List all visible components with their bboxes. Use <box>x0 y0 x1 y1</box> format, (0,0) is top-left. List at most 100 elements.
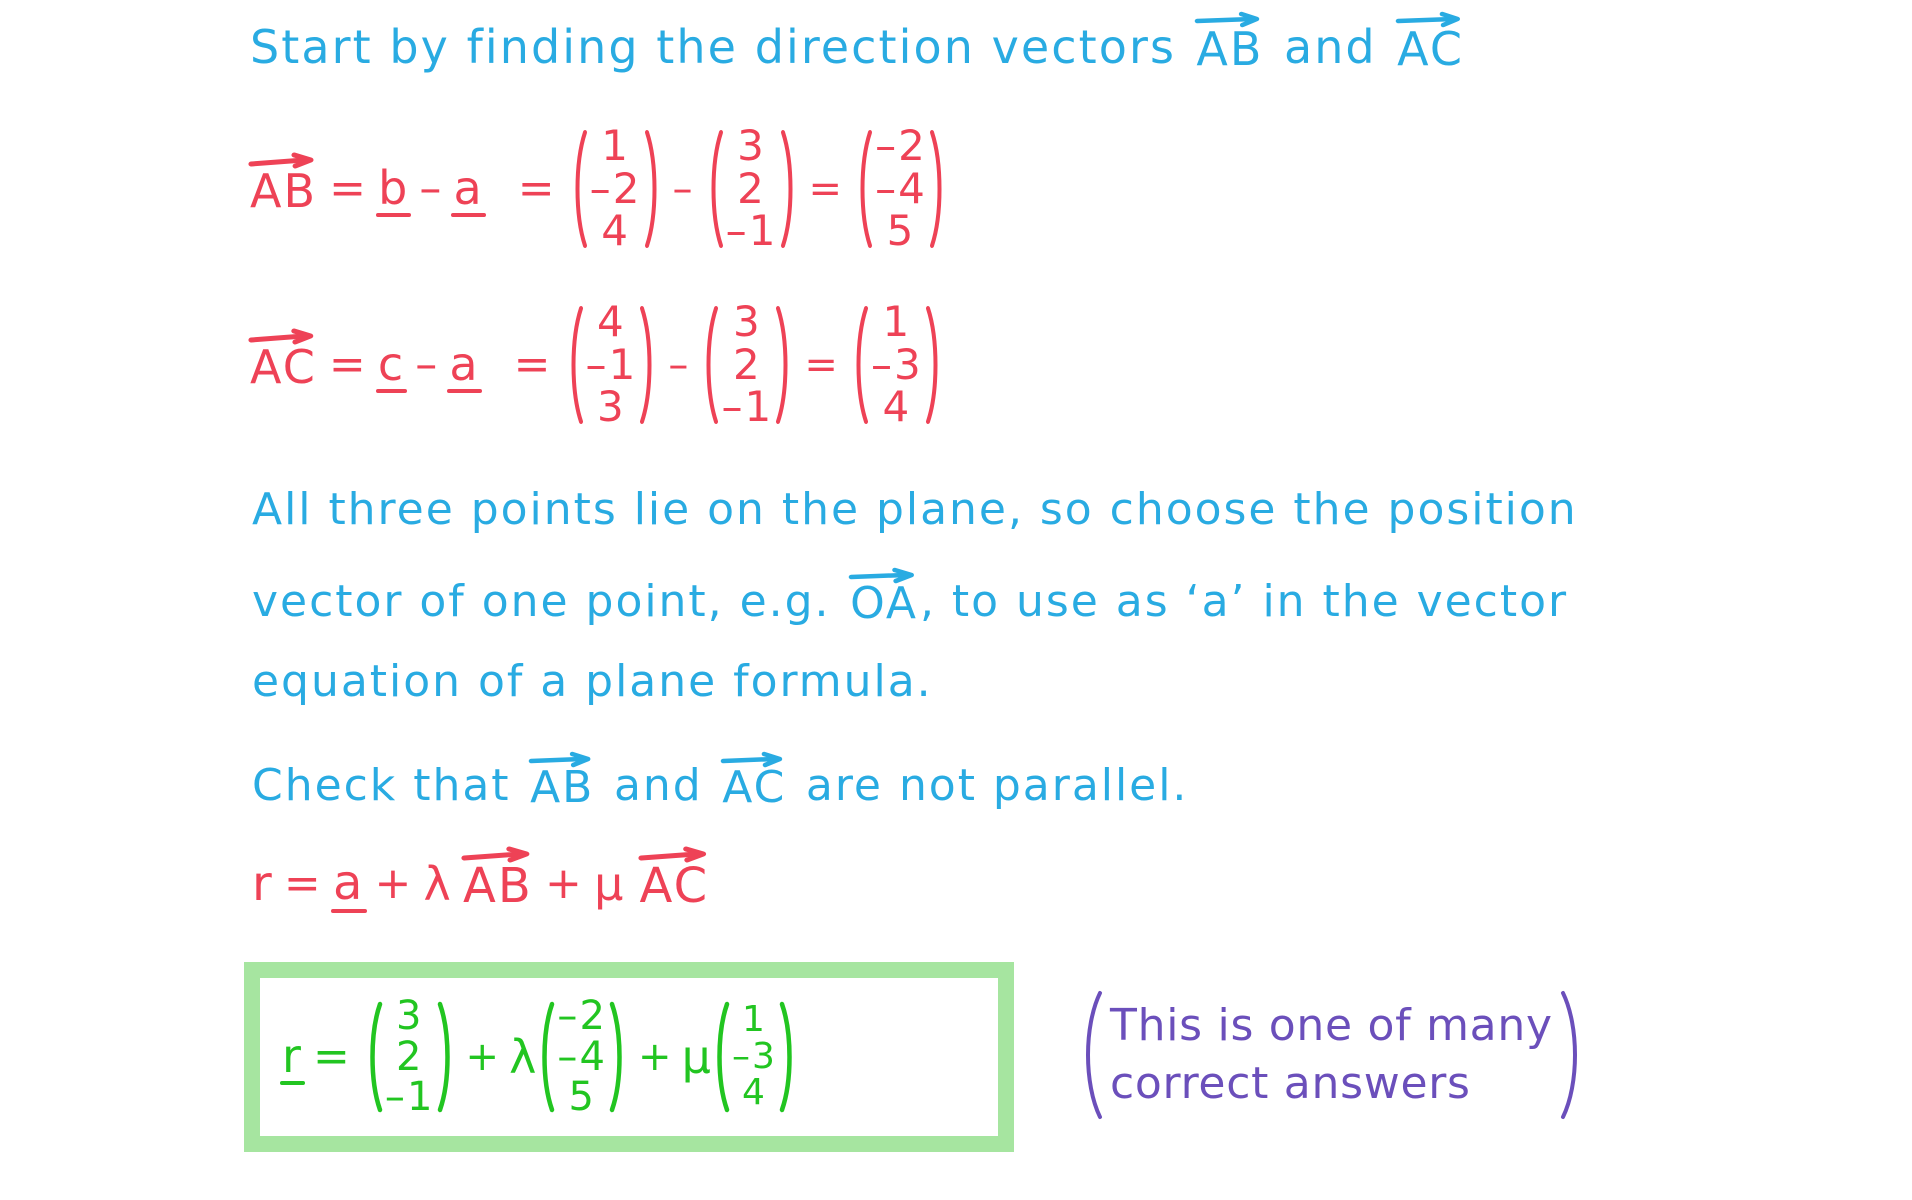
left-paren-icon <box>856 130 873 248</box>
vector-ab-label: AB <box>1196 22 1264 76</box>
formula-vector-ac: AC <box>637 846 710 914</box>
right-paren-icon <box>776 306 792 424</box>
note-line-1: All three points lie on the plane, so ch… <box>252 488 1578 532</box>
left-paren-icon <box>571 130 587 248</box>
answer-direction-vector-2: 1 –3 4 <box>713 998 796 1114</box>
vector-a-underlined: a <box>447 337 482 393</box>
plus-sign-1: + <box>374 858 414 909</box>
vector-component: –3 <box>870 339 923 389</box>
working-row-ac: AC = c – a = 4 –1 3 – 3 2 –1 = 1 –3 4 <box>248 300 946 428</box>
vector-component: –1 <box>725 206 778 256</box>
heading-text-and: and <box>1283 20 1377 74</box>
vector-ac-check: AC <box>721 751 787 813</box>
equals-sign-2: = <box>517 163 557 214</box>
vector-b-underlined: b <box>376 161 412 217</box>
column-vector-ac-result-values: 1 –3 4 <box>868 296 926 432</box>
left-paren-icon <box>852 306 868 424</box>
vector-component: 3 <box>395 992 424 1039</box>
column-vector-a-2-values: 3 2 –1 <box>718 296 776 432</box>
vector-component: –1 <box>585 339 638 389</box>
right-paren-icon <box>640 306 656 424</box>
equals-sign: = <box>312 1031 352 1082</box>
vector-component: –2 <box>557 992 607 1039</box>
vector-component: 5 <box>886 206 916 256</box>
right-paren-icon <box>644 130 661 248</box>
formula-vector-ab: AB <box>461 846 533 910</box>
check-text-a: Check that <box>252 760 511 811</box>
column-vector-c-values: 4 –1 3 <box>583 296 641 429</box>
vector-component: –1 <box>384 1074 435 1121</box>
vector-oa-label: OA <box>850 578 918 629</box>
vector-component: 1 <box>741 998 767 1040</box>
plane-formula-line: r = a + λ AB + μ AC <box>252 846 711 914</box>
note-line-2-text-b: , to use as ‘a’ in the vector <box>919 576 1569 627</box>
vector-ac-label-lhs: AC <box>248 328 317 394</box>
final-answer-box: r = 3 2 –1 + λ –2 –4 5 + μ 1 –3 4 <box>244 962 1014 1152</box>
right-paren-icon <box>437 1001 454 1113</box>
column-vector-b-values: 1 –2 4 <box>587 124 645 256</box>
column-vector-a-values: 3 2 –1 <box>723 120 781 256</box>
lambda-symbol: λ <box>423 857 453 911</box>
mu-symbol: μ <box>594 857 626 911</box>
answer-direction-vector-1: –2 –4 5 <box>538 996 626 1118</box>
right-paren-icon <box>609 1001 626 1113</box>
minus-sign: – <box>419 163 444 214</box>
plus-sign-2: + <box>545 858 585 909</box>
comment-line-1: This is one of many <box>1110 999 1553 1051</box>
check-text-b: are not parallel. <box>805 760 1189 811</box>
equals-sign: = <box>283 858 323 909</box>
vector-component: 5 <box>568 1074 596 1121</box>
mu-symbol: μ <box>681 1030 713 1084</box>
right-paren-icon <box>925 306 942 424</box>
vector-ac-heading: AC <box>1395 11 1465 76</box>
vector-component: 4 <box>597 296 626 346</box>
vector-ab-check-label: AB <box>530 762 595 813</box>
formula-vector-a: a <box>330 855 367 913</box>
vector-a-underlined: a <box>451 161 487 217</box>
vector-oa: OA <box>848 567 918 629</box>
equals-sign: = <box>329 163 369 214</box>
formula-vector-ac-label: AC <box>639 858 710 914</box>
column-vector-a-2: 3 2 –1 <box>702 300 792 428</box>
vector-ac-check-label: AC <box>722 762 787 813</box>
vector-component: 2 <box>737 163 766 213</box>
ac-text: AC <box>250 340 317 394</box>
vector-ab-label-lhs: AB <box>248 152 317 214</box>
vector-component: 3 <box>733 296 762 346</box>
plus-sign-1: + <box>465 1034 502 1080</box>
column-vector-ab-result: –2 –4 5 <box>856 124 946 252</box>
vector-component: 4 <box>601 206 630 256</box>
note-line-2-text-a: vector of one point, e.g. <box>252 576 831 627</box>
minus-sign-2: – <box>672 166 695 212</box>
lambda-symbol: λ <box>509 1030 539 1084</box>
plus-sign-2: + <box>638 1034 674 1080</box>
answer-comment-text: This is one of many correct answers <box>1104 997 1559 1113</box>
vector-component: 4 <box>741 1072 767 1114</box>
check-text-and: and <box>613 760 703 811</box>
right-paren-icon <box>780 130 797 248</box>
note-line-3-text: equation of a plane formula. <box>252 656 933 707</box>
answer-comment: This is one of many correct answers <box>1078 990 1585 1120</box>
equals-sign-3: = <box>804 342 840 388</box>
answer-position-vector-values: 3 2 –1 <box>382 996 438 1118</box>
right-paren-icon <box>1559 990 1585 1120</box>
answer-position-vector: 3 2 –1 <box>366 996 454 1118</box>
vector-component: 4 <box>882 382 912 432</box>
minus-sign: – <box>415 339 440 390</box>
left-paren-icon <box>702 306 719 424</box>
vector-ab-heading: AB <box>1195 11 1264 76</box>
vector-component: 3 <box>737 120 766 170</box>
vector-ab-check: AB <box>528 751 595 813</box>
vector-component: –1 <box>721 382 774 432</box>
vector-component: –2 <box>875 120 927 170</box>
equals-sign-3: = <box>808 166 845 212</box>
vector-component: –3 <box>731 1035 777 1077</box>
answer-r-underlined: r <box>280 1029 305 1085</box>
right-paren-icon <box>929 130 946 248</box>
note-check-line: Check that AB and AC are not parallel. <box>252 751 1189 813</box>
note-line-3: equation of a plane formula. <box>252 660 933 704</box>
vector-ac-label: AC <box>1397 22 1465 76</box>
vector-component: 1 <box>882 296 912 346</box>
column-vector-c: 4 –1 3 <box>567 300 657 428</box>
answer-direction-vector-2-values: 1 –3 4 <box>729 998 780 1114</box>
